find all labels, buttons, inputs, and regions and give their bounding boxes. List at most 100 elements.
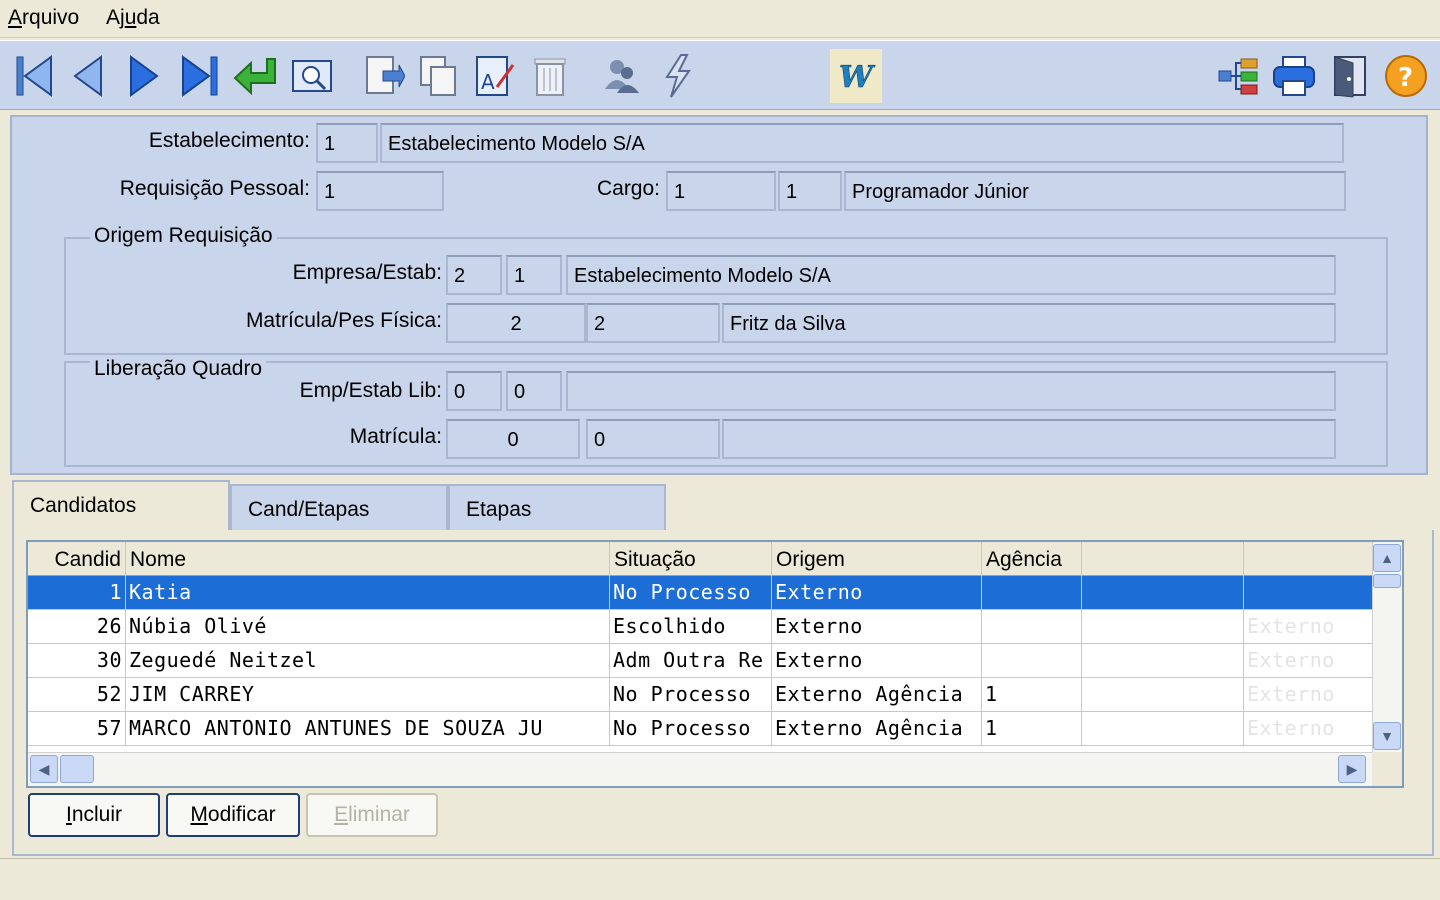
exit-door-icon [1334,56,1366,98]
pessoa-name-field: Fritz da Silva [722,303,1336,343]
menu-bar: Arquivo Ajuda [0,0,1440,38]
menu-ajuda[interactable]: Ajuda [106,6,160,30]
matricula-pes-fisica-label: Matrícula/Pes Física: [245,309,442,332]
table-row[interactable]: 57 MARCO ANTONIO ANTUNES DE SOUZA JU No … [28,712,1372,746]
cell-agencia [982,576,1082,609]
previous-record-button[interactable] [62,49,114,103]
cargo-name-field: Programador Júnior [844,171,1346,211]
lightning-button[interactable] [652,49,704,103]
tab-etapas[interactable]: Etapas [448,484,666,530]
eliminar-label: liminar [348,803,410,826]
vertical-scrollbar[interactable]: ▲ ▼ [1372,542,1402,752]
word-button[interactable]: W [830,49,882,103]
tree-button[interactable] [1212,49,1264,103]
cell-situacao: No Processo [610,576,772,609]
scroll-up-button[interactable]: ▲ [1373,544,1401,572]
column-header-candid[interactable]: Candid [28,542,126,576]
scroll-down-button[interactable]: ▼ [1373,722,1401,750]
table-row[interactable]: 52 JIM CARREY No Processo Externo Agênci… [28,678,1372,712]
horizontal-scroll-thumb[interactable] [60,755,94,783]
users-button[interactable] [596,49,648,103]
liberacao-matricula-field[interactable]: 0 [446,419,580,459]
enter-button[interactable] [230,49,282,103]
lightning-icon [665,54,691,98]
export-button[interactable] [356,49,408,103]
pes-fisica-field[interactable]: 2 [586,303,720,343]
cell-blank [1082,712,1244,745]
vertical-scroll-thumb[interactable] [1373,574,1401,588]
first-record-button[interactable] [8,49,60,103]
estabelecimento-code-field[interactable]: 1 [316,123,378,163]
cargo-code-field[interactable]: 1 [666,171,776,211]
modificar-button[interactable]: Modificar [166,793,300,837]
status-bar [0,858,1440,900]
cell-nome: Núbia Olivé [126,610,610,643]
delete-button[interactable] [524,49,576,103]
printer-icon [1273,56,1315,96]
column-header-origem[interactable]: Origem [772,542,982,576]
estab-code-field[interactable]: 1 [506,255,562,295]
empresa-code-field[interactable]: 2 [446,255,502,295]
cell-blank [1082,644,1244,677]
modificar-mnemonic: M [190,803,208,826]
first-record-icon [16,55,52,97]
eliminar-button[interactable]: Eliminar [306,793,438,837]
svg-text:?: ? [1398,63,1413,93]
cell-candid: 30 [28,644,126,677]
print-button[interactable] [1268,49,1320,103]
table-row[interactable]: 30 Zeguedé Neitzel Adm Outra Re Externo … [28,644,1372,678]
cell-situacao: Escolhido [610,610,772,643]
column-header-nome[interactable]: Nome [126,542,610,576]
cell-origem: Externo Agência [772,712,982,745]
requisicao-pessoal-label: Requisição Pessoal: [119,177,310,200]
cell-candid: 1 [28,576,126,609]
column-header-agencia[interactable]: Agência [982,542,1082,576]
tree-icon [1218,58,1258,95]
scroll-right-button[interactable]: ▶ [1338,755,1366,783]
menu-arquivo-mnemonic: A [8,6,23,29]
estabelecimento-name-field: Estabelecimento Modelo S/A [380,123,1344,163]
last-record-button[interactable] [174,49,226,103]
preview-button[interactable] [286,49,338,103]
next-record-button[interactable] [118,49,170,103]
cell-origem: Externo Agência [772,678,982,711]
chevron-right-icon: ▶ [1346,760,1358,777]
cell-extra: Externo [1247,648,1335,672]
estabelecimento-label: Estabelecimento: [148,129,310,152]
exit-button[interactable] [1324,49,1376,103]
incluir-label: ncluir [71,803,123,826]
cell-origem: Externo [772,610,982,643]
table-row[interactable]: 1 Katia No Processo Externo [28,576,1372,610]
tab-candidatos[interactable]: Candidatos [12,480,230,532]
word-icon: W [839,60,877,96]
incluir-button[interactable]: Incluir [28,793,160,837]
origem-requisicao-title: Origem Requisição [90,224,277,248]
matricula-field[interactable]: 2 [446,303,586,343]
emp-estab-lib-label: Emp/Estab Lib: [299,379,442,402]
liberacao-matricula-label: Matrícula: [349,425,442,448]
tab-cand-etapas[interactable]: Cand/Etapas [230,484,448,530]
liberacao-pes-field[interactable]: 0 [586,419,720,459]
column-header-situacao[interactable]: Situação [610,542,772,576]
cell-candid: 57 [28,712,126,745]
edit-text-button[interactable]: A [468,49,520,103]
emp-lib-code-field[interactable]: 0 [446,371,502,411]
cell-candid: 52 [28,678,126,711]
cell-situacao: No Processo [610,678,772,711]
export-icon [366,56,405,94]
cell-agencia: 1 [982,678,1082,711]
last-record-icon [182,55,218,97]
help-button[interactable]: ? [1380,49,1432,103]
copy-button[interactable] [412,49,464,103]
horizontal-scrollbar[interactable]: ◀ ▶ [28,752,1372,786]
liberacao-quadro-group: Liberação Quadro Emp/Estab Lib: 0 0 Matr… [64,357,1388,467]
column-header-blank-2 [1244,542,1372,576]
estab-lib-code-field[interactable]: 0 [506,371,562,411]
next-record-icon [130,55,159,97]
copy-icon [420,56,456,96]
table-row[interactable]: 26 Núbia Olivé Escolhido Externo Externo [28,610,1372,644]
requisicao-pessoal-field[interactable]: 1 [316,171,444,211]
scroll-left-button[interactable]: ◀ [30,755,58,783]
cell-extra: Externo [1247,716,1335,740]
menu-arquivo[interactable]: Arquivo [8,6,79,30]
